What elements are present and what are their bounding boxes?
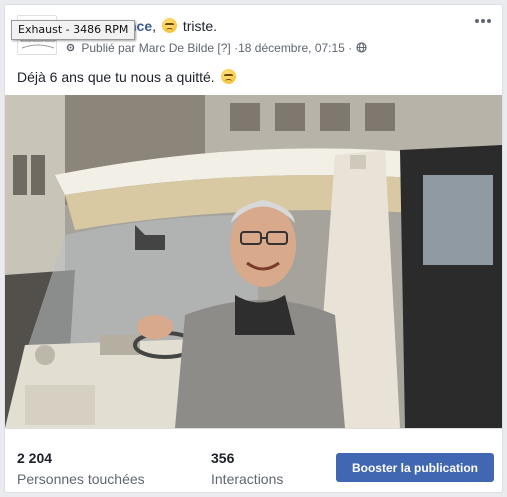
reach-stat[interactable]: 2 204 Personnes touchées	[17, 450, 145, 487]
stats-divider	[5, 428, 502, 429]
interactions-value: 356	[211, 450, 235, 466]
post-card: Exhaust - 3486 RPM ub de France, triste.…	[4, 4, 503, 493]
separator-2: ·	[348, 41, 353, 55]
help-marker[interactable]: [?]	[217, 41, 230, 55]
feeling-text: triste.	[182, 18, 218, 34]
interactions-label: Interactions	[211, 471, 284, 487]
post-message-text: Déjà 6 ans que tu nous a quitté.	[17, 69, 215, 85]
post-photo[interactable]	[5, 95, 502, 428]
post-message: Déjà 6 ans que tu nous a quitté.	[17, 69, 238, 85]
publisher-gear-icon	[66, 43, 75, 52]
more-options-icon[interactable]	[474, 15, 492, 29]
published-by-text[interactable]: Publié par Marc De Bilde	[81, 41, 214, 55]
post-meta-line: Publié par Marc De Bilde [?] ·18 décembr…	[65, 41, 367, 55]
rpm-tooltip: Exhaust - 3486 RPM	[11, 20, 136, 40]
interactions-stat[interactable]: 356 Interactions	[211, 450, 283, 487]
comma-separator: ,	[152, 18, 157, 34]
globe-icon[interactable]	[355, 42, 367, 53]
post-date-link[interactable]: 18 décembre, 07:15	[238, 41, 345, 55]
man-in-vintage-car-photo	[5, 95, 502, 428]
sad-face-emoji-icon	[161, 18, 177, 33]
reach-label: Personnes touchées	[17, 471, 145, 487]
boost-post-button[interactable]: Booster la publication	[336, 453, 494, 482]
sad-face-emoji-icon	[220, 69, 236, 84]
reach-value: 2 204	[17, 450, 53, 466]
post-header: Exhaust - 3486 RPM ub de France, triste.…	[5, 5, 502, 63]
